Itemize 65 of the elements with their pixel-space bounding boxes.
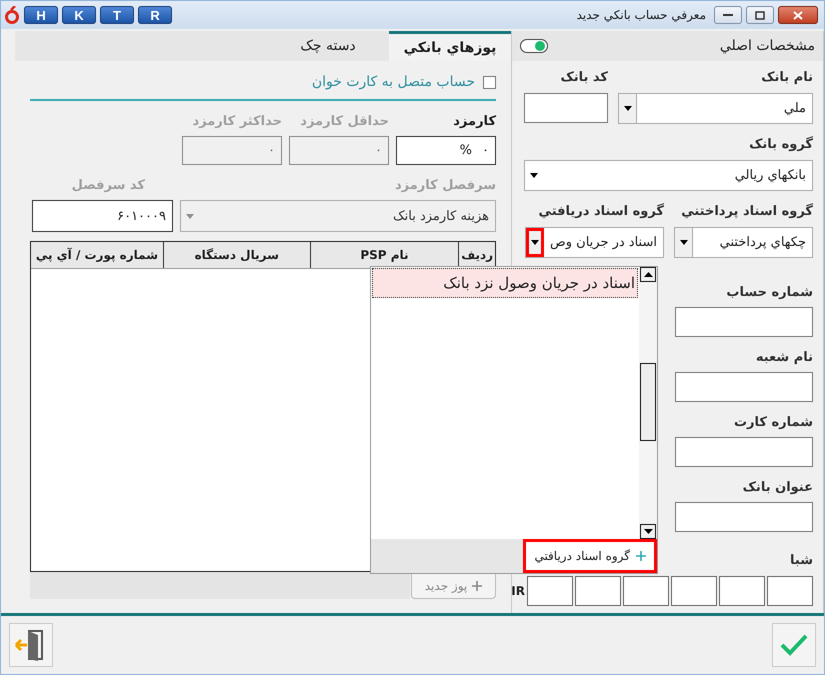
plus-icon bbox=[636, 551, 646, 561]
exit-button[interactable] bbox=[9, 622, 53, 666]
close-button[interactable] bbox=[778, 6, 818, 24]
field-label: گروه بانک bbox=[749, 136, 813, 154]
input-field[interactable] bbox=[675, 372, 813, 402]
field-label: گروه اسناد دريافتي bbox=[538, 203, 664, 221]
input-field[interactable] bbox=[675, 502, 813, 532]
field-label: حداقل کارمزد bbox=[300, 113, 389, 131]
dropdown-field[interactable]: بانکهاي ريالي bbox=[524, 160, 813, 191]
field-label: نام بانک bbox=[761, 69, 813, 87]
checkbox[interactable] bbox=[483, 76, 496, 88]
input-field[interactable]: ۶۰۱۰۰۰۹ bbox=[32, 200, 173, 232]
toggle-switch[interactable] bbox=[520, 39, 548, 53]
check-icon bbox=[780, 634, 808, 656]
maximize-icon bbox=[755, 10, 765, 20]
maximize-button[interactable] bbox=[746, 6, 774, 24]
field-label: کارمزد bbox=[453, 113, 496, 131]
down-arrow-icon bbox=[644, 529, 652, 534]
toolbar-button[interactable]: H bbox=[24, 6, 58, 24]
field-label: گروه اسناد پرداختني bbox=[681, 203, 813, 221]
iban-input-field[interactable] bbox=[767, 576, 813, 606]
toolbar-button[interactable]: R bbox=[138, 6, 172, 24]
toolbar-button[interactable]: K bbox=[62, 6, 96, 24]
iban-input-field[interactable] bbox=[671, 576, 717, 606]
up-arrow-icon bbox=[644, 272, 652, 277]
iban-input-field[interactable] bbox=[623, 576, 669, 606]
field-label: سرفصل کارمزد bbox=[394, 177, 496, 195]
input-field[interactable] bbox=[524, 93, 608, 123]
logo-icon bbox=[4, 6, 20, 24]
iban-input-field[interactable] bbox=[575, 576, 621, 606]
dropdown-field[interactable]: چکهاي پرداختني bbox=[674, 227, 813, 258]
add-group-button[interactable]: گروه اسناد دريافتي bbox=[523, 539, 657, 573]
field-label: نام شعبه bbox=[756, 349, 813, 367]
field-label: عنوان بانک bbox=[742, 479, 813, 497]
column-header: شماره پورت / آي پي bbox=[34, 246, 160, 264]
scroll-up-button[interactable] bbox=[640, 267, 656, 282]
field-label: حداکثر کارمزد bbox=[192, 113, 282, 131]
input-field[interactable] bbox=[675, 307, 813, 337]
field-label: شبا bbox=[790, 552, 813, 570]
field-label: کد سرفصل bbox=[72, 177, 146, 195]
tab[interactable]: دسته چک bbox=[267, 31, 389, 61]
iban-input-field[interactable] bbox=[719, 576, 765, 606]
field-label: شماره حساب bbox=[726, 284, 813, 302]
scroll-down-button[interactable] bbox=[640, 524, 656, 539]
panel-title: مشخصات اصلي bbox=[720, 38, 815, 54]
field-label: شماره کارت bbox=[734, 414, 813, 432]
checkbox-label: حساب متصل به کارت خوان bbox=[312, 74, 475, 90]
input-field[interactable]: ۰ % bbox=[396, 136, 496, 165]
minimize-button[interactable] bbox=[714, 6, 742, 24]
percent-sign: % bbox=[460, 143, 472, 158]
input-field[interactable] bbox=[675, 437, 813, 467]
iban-prefix: IR bbox=[511, 584, 525, 598]
window-title: معرفي حساب بانکي جديد bbox=[576, 8, 706, 22]
list-item[interactable]: اسناد در جريان وصول نزد بانک bbox=[372, 268, 638, 298]
tab[interactable]: پوزهاي بانکي bbox=[389, 31, 511, 61]
close-icon bbox=[793, 10, 803, 20]
field-label: کد بانک bbox=[560, 69, 608, 87]
scrollbar[interactable] bbox=[639, 267, 657, 539]
dropdown-field[interactable]: ملي bbox=[618, 93, 813, 124]
dropdown-field[interactable]: اسناد در جريان وص bbox=[525, 227, 664, 258]
column-header: سريال دستگاه bbox=[162, 242, 310, 268]
minimize-icon bbox=[723, 13, 733, 17]
toolbar-button[interactable]: T bbox=[100, 6, 134, 24]
plus-icon bbox=[472, 580, 482, 590]
iban-input-field[interactable] bbox=[527, 576, 573, 606]
